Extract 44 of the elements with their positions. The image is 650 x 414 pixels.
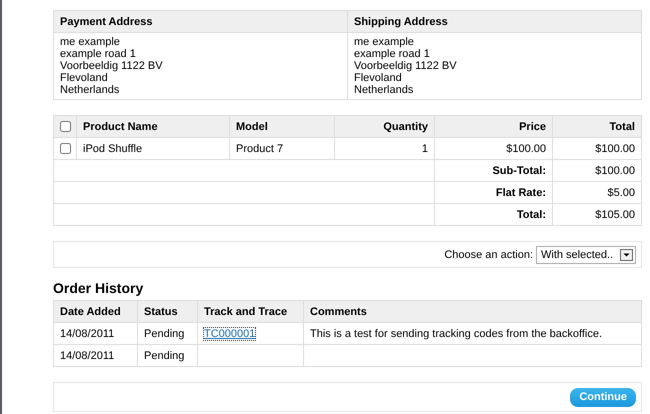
total-value: $105.00 xyxy=(552,204,642,226)
column-header: Date Added xyxy=(54,300,138,322)
column-header: Shipping Address xyxy=(348,10,642,32)
column-header: Model xyxy=(230,116,334,138)
checkbox[interactable] xyxy=(60,121,71,132)
address-line: example road 1 xyxy=(354,48,431,60)
table-cell: This is a test for sending tracking codes from the backoffice. xyxy=(304,322,642,344)
section-title: Order History xyxy=(53,280,144,296)
total-value: $100.00 xyxy=(552,160,642,182)
table-cell: $100.00 xyxy=(434,138,552,160)
table-cell: $100.00 xyxy=(552,138,642,160)
total-label: Total: xyxy=(434,204,552,226)
column-header: Status xyxy=(138,300,198,322)
column-header: Track and Trace xyxy=(198,300,304,322)
table-cell: 1 xyxy=(334,138,434,160)
address-line: Voorbeeldig 1122 BV xyxy=(354,60,458,72)
column-header: Price xyxy=(434,116,552,138)
address-line: Flevoland xyxy=(354,72,403,84)
column-header: Comments xyxy=(304,300,642,322)
checkbox[interactable] xyxy=(60,143,71,154)
table-cell: Pending xyxy=(138,344,198,366)
address-line: example road 1 xyxy=(60,48,137,60)
address-line: Netherlands xyxy=(60,84,120,96)
caret-icon xyxy=(620,248,633,260)
address-line: Flevoland xyxy=(60,72,109,84)
column-header: Product Name xyxy=(76,116,230,138)
table-cell: iPod Shuffle xyxy=(76,138,230,160)
address-line: Voorbeeldig 1122 BV xyxy=(60,60,164,72)
address-line: me example xyxy=(354,36,415,48)
column-header: Payment Address xyxy=(54,10,348,32)
action-label: Choose an action: xyxy=(444,248,533,260)
total-label: Flat Rate: xyxy=(434,182,552,204)
column-header: Quantity xyxy=(334,116,434,138)
table-cell: Pending xyxy=(138,322,198,344)
table-cell: 14/08/2011 xyxy=(54,344,138,366)
total-value: $5.00 xyxy=(552,182,642,204)
address-line: Netherlands xyxy=(354,84,414,96)
table-cell: Product 7 xyxy=(230,138,334,160)
action-dropdown[interactable]: With selected.. xyxy=(536,246,636,264)
table-cell: 14/08/2011 xyxy=(54,322,138,344)
continue-button[interactable]: Continue xyxy=(570,388,636,406)
total-label: Sub-Total: xyxy=(434,160,552,182)
column-header: Total xyxy=(552,116,642,138)
address-line: me example xyxy=(60,36,121,48)
